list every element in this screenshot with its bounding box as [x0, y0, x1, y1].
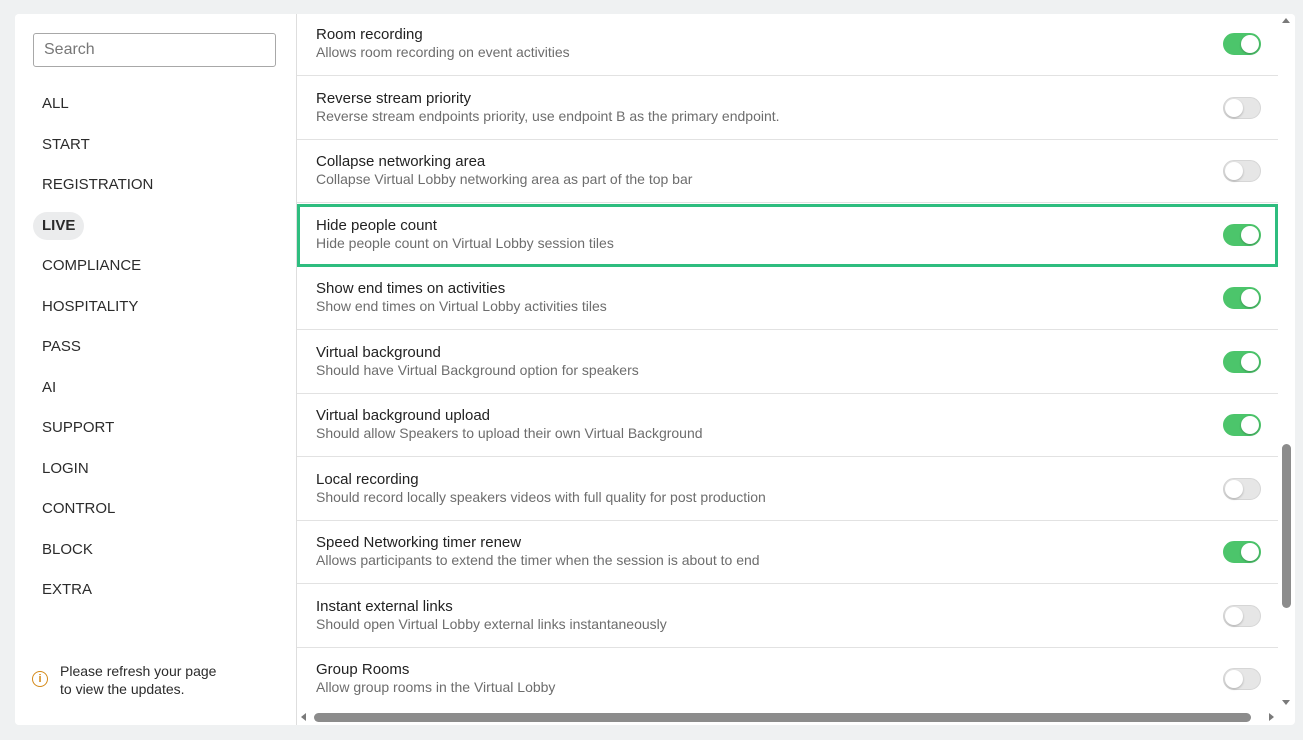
setting-title: Show end times on activities [316, 280, 506, 297]
notice-line-1: Please refresh your page [60, 663, 217, 679]
sidebar-item-login[interactable]: LOGIN [33, 455, 98, 483]
toggle-knob [1241, 225, 1259, 244]
setting-description: Reverse stream endpoints priority, use e… [316, 107, 780, 124]
setting-toggle[interactable] [1223, 287, 1261, 309]
scroll-right-arrow-icon[interactable] [1269, 713, 1274, 721]
scroll-down-arrow-icon[interactable] [1282, 700, 1290, 705]
setting-row: Speed Networking timer renew Allows parti… [297, 521, 1278, 584]
setting-title: Room recording [316, 26, 423, 43]
setting-toggle[interactable] [1223, 96, 1261, 119]
setting-description: Should open Virtual Lobby external links… [316, 615, 667, 632]
setting-description: Should allow Speakers to upload their ow… [316, 425, 703, 441]
setting-row: Collapse networking area Collapse Virtual… [297, 140, 1278, 203]
scroll-up-arrow-icon[interactable] [1282, 18, 1290, 23]
setting-toggle[interactable] [1223, 223, 1261, 246]
horizontal-scroll-thumb[interactable] [314, 713, 1251, 722]
toggle-knob [1241, 416, 1259, 434]
sidebar: ALL START REGISTRATION LIVE COMPLIANCE HOSPIT… [15, 14, 297, 725]
sidebar-item-ai[interactable]: AI [33, 374, 65, 402]
setting-row: Virtual background upload Should allow Sp… [297, 394, 1278, 457]
setting-toggle[interactable] [1223, 350, 1261, 373]
setting-toggle[interactable] [1223, 604, 1261, 627]
setting-description: Should have Virtual Background option fo… [316, 361, 639, 378]
setting-row: Room recording Allows room recording on e… [297, 14, 1278, 76]
toggle-knob [1241, 35, 1259, 53]
toggle-knob [1225, 162, 1243, 180]
setting-description: Collapse Virtual Lobby networking area a… [316, 171, 693, 187]
toggle-knob [1241, 289, 1259, 307]
setting-toggle[interactable] [1223, 477, 1261, 500]
setting-title: Virtual background upload [316, 407, 491, 424]
setting-description: Show end times on Virtual Lobby activiti… [316, 298, 607, 314]
setting-title: Speed Networking timer renew [316, 534, 522, 551]
refresh-notice: i Please refresh your page to view the u… [32, 662, 282, 702]
setting-title: Reverse stream priority [316, 89, 472, 107]
setting-toggle[interactable] [1223, 160, 1261, 182]
sidebar-item-all[interactable]: ALL [33, 90, 78, 118]
setting-toggle[interactable] [1223, 668, 1261, 690]
toggle-knob [1241, 352, 1259, 371]
setting-description: Hide people count on Virtual Lobby sessi… [316, 234, 614, 251]
setting-toggle[interactable] [1223, 33, 1261, 55]
setting-toggle[interactable] [1223, 414, 1261, 436]
setting-title: Instant external links [316, 597, 453, 615]
sidebar-item-hospitality[interactable]: HOSPITALITY [33, 293, 147, 321]
setting-title: Collapse networking area [316, 153, 486, 170]
setting-toggle[interactable] [1223, 541, 1261, 563]
toggle-knob [1225, 479, 1243, 498]
settings-panel: ALL START REGISTRATION LIVE COMPLIANCE HOSPIT… [15, 14, 1295, 725]
setting-row: Reverse stream priority Reverse stream en… [297, 77, 1278, 140]
setting-row: Show end times on activities Show end tim… [297, 267, 1278, 330]
setting-description: Allows participants to extend the timer … [316, 552, 760, 568]
notice-line-2: to view the updates. [60, 681, 185, 697]
sidebar-item-pass[interactable]: PASS [33, 333, 90, 361]
sidebar-item-control[interactable]: CONTROL [33, 495, 124, 523]
settings-list: Room recording Allows room recording on e… [297, 14, 1278, 709]
setting-title: Hide people count [316, 216, 437, 234]
horizontal-scrollbar[interactable] [297, 709, 1278, 725]
toggle-knob [1225, 98, 1243, 117]
setting-description: Allow group rooms in the Virtual Lobby [316, 679, 556, 695]
setting-description: Allows room recording on event activitie… [316, 44, 570, 60]
setting-row: Local recording Should record locally spe… [297, 458, 1278, 521]
setting-row: Virtual background Should have Virtual Ba… [297, 331, 1278, 394]
notice-text: Please refresh your page to view the upd… [60, 662, 260, 698]
setting-row: Hide people count Hide people count on Vi… [297, 203, 1278, 267]
sidebar-item-compliance[interactable]: COMPLIANCE [33, 252, 150, 280]
setting-row: Group Rooms Allow group rooms in the Virt… [297, 648, 1278, 709]
setting-title: Group Rooms [316, 661, 410, 678]
setting-title: Virtual background [316, 343, 441, 361]
setting-title: Local recording [316, 470, 419, 488]
category-nav: ALL START REGISTRATION LIVE COMPLIANCE HOSPIT… [33, 90, 283, 617]
search-input[interactable] [33, 33, 276, 67]
sidebar-item-extra[interactable]: EXTRA [33, 576, 101, 604]
sidebar-item-start[interactable]: START [33, 131, 99, 159]
toggle-knob [1225, 670, 1243, 688]
sidebar-item-live[interactable]: LIVE [33, 211, 85, 240]
info-icon: i [32, 671, 48, 687]
sidebar-item-registration[interactable]: REGISTRATION [33, 171, 162, 199]
setting-row: Instant external links Should open Virtua… [297, 585, 1278, 648]
toggle-knob [1241, 543, 1259, 561]
sidebar-item-support[interactable]: SUPPORT [33, 414, 123, 442]
toggle-knob [1225, 606, 1243, 625]
scroll-left-arrow-icon[interactable] [301, 713, 306, 721]
vertical-scrollbar[interactable] [1278, 14, 1295, 709]
vertical-scroll-thumb[interactable] [1282, 444, 1291, 608]
setting-description: Should record locally speakers videos wi… [316, 488, 766, 505]
sidebar-item-block[interactable]: BLOCK [33, 536, 102, 564]
